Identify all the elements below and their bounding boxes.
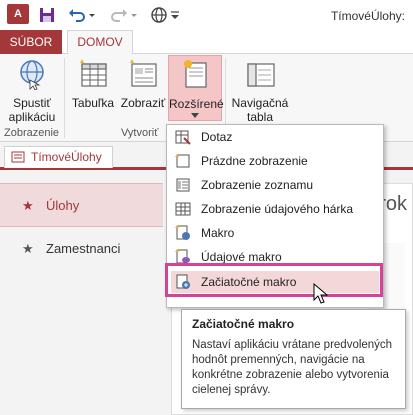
globe-icon bbox=[20, 60, 44, 91]
table-icon bbox=[80, 59, 107, 87]
group-separator bbox=[64, 58, 65, 138]
tooltip: Začiatočné makro Nastaví aplikáciu vráta… bbox=[181, 309, 406, 409]
menu-item-query[interactable]: Dotaz bbox=[171, 126, 379, 148]
menu-item-label: Makro bbox=[201, 226, 235, 240]
view-icon bbox=[130, 59, 157, 87]
table-button[interactable]: Tabuľka bbox=[70, 58, 116, 110]
menu-item-label: Údajové makro bbox=[201, 250, 282, 264]
blank-view-icon bbox=[175, 154, 190, 168]
nav-item-tasks[interactable]: ★ Úlohy bbox=[0, 183, 163, 227]
menu-item-list-view[interactable]: Zobrazenie zoznamu bbox=[171, 174, 379, 196]
nav-item-employees[interactable]: ★ Zamestnanci bbox=[0, 227, 163, 271]
data-macro-icon bbox=[175, 249, 190, 264]
undo-dropdown-icon[interactable] bbox=[88, 6, 96, 24]
menu-item-blank-view[interactable]: Prázdne zobrazenie bbox=[171, 150, 379, 172]
ribbon-tab-row: SÚBOR DOMOV bbox=[0, 30, 413, 55]
view-button[interactable]: Zobraziť bbox=[118, 58, 168, 110]
menu-item-label: Zobrazenie zoznamu bbox=[201, 178, 314, 192]
menu-item-on-start-macro[interactable]: Začiatočné makro bbox=[171, 271, 379, 293]
navigation-label-1: Navigačná bbox=[231, 96, 289, 110]
quick-access-toolbar: A TímovéÚlohy: bbox=[0, 0, 413, 30]
query-icon bbox=[175, 130, 191, 145]
run-app-button[interactable]: Spustiť aplikáciu bbox=[4, 58, 60, 124]
group-label-views: Zobrazenie bbox=[4, 127, 60, 139]
undo-icon[interactable] bbox=[68, 6, 86, 24]
advanced-dropdown-menu: Dotaz Prázdne zobrazenie Zobrazenie zozn… bbox=[166, 124, 384, 308]
document-tab-label: TímovéÚlohy bbox=[31, 150, 102, 164]
access-logo: A bbox=[7, 4, 29, 24]
view-label: Zobraziť bbox=[120, 96, 166, 110]
star-icon: ★ bbox=[22, 241, 34, 256]
tab-file[interactable]: SÚBOR bbox=[0, 30, 62, 54]
menu-item-macro[interactable]: Makro bbox=[171, 222, 379, 244]
save-icon[interactable] bbox=[38, 6, 56, 24]
tooltip-body: Nastaví aplikáciu vrátane predvolených h… bbox=[192, 339, 393, 396]
navigation-label-2: tabla bbox=[246, 110, 274, 124]
tooltip-title: Začiatočné makro bbox=[192, 317, 295, 331]
list-view-icon bbox=[176, 178, 190, 192]
nav-item-label: Zamestnanci bbox=[46, 241, 121, 256]
navigation-pane-icon bbox=[247, 63, 275, 87]
group-label-create: Vytvoriť bbox=[121, 127, 159, 139]
table-label: Tabuľka bbox=[71, 96, 115, 110]
menu-item-label: Začiatočné makro bbox=[201, 275, 297, 289]
chevron-down-icon bbox=[191, 113, 199, 118]
nav-item-label: Úlohy bbox=[46, 198, 80, 213]
datasheet-view-icon bbox=[175, 202, 191, 216]
menu-item-label: Prázdne zobrazenie bbox=[201, 154, 308, 168]
menu-item-label: Zobrazenie údajového hárka bbox=[201, 202, 354, 216]
window-title: TímovéÚlohy: bbox=[330, 9, 405, 23]
menu-item-label: Dotaz bbox=[201, 130, 233, 144]
tab-home[interactable]: DOMOV bbox=[67, 30, 133, 55]
advanced-icon bbox=[184, 60, 207, 88]
advanced-button[interactable]: Rozšírené bbox=[168, 55, 224, 121]
menu-item-data-macro[interactable]: Údajové makro bbox=[171, 246, 379, 268]
run-app-label-1: Spustiť bbox=[13, 96, 51, 110]
form-icon bbox=[11, 151, 25, 163]
customize-qat-icon[interactable] bbox=[170, 6, 180, 24]
document-tab[interactable]: TímovéÚlohy bbox=[4, 146, 113, 168]
star-icon: ★ bbox=[22, 198, 34, 213]
redo-icon[interactable] bbox=[110, 6, 128, 24]
menu-item-datasheet-view[interactable]: Zobrazenie údajového hárka bbox=[171, 198, 379, 220]
navigation-pane-button[interactable]: Navigačná tabla bbox=[228, 58, 292, 124]
run-app-label-2: aplikáciu bbox=[8, 110, 56, 124]
redo-dropdown-icon[interactable] bbox=[130, 6, 138, 24]
advanced-label: Rozšírené bbox=[169, 97, 224, 111]
on-start-macro-icon bbox=[176, 274, 190, 289]
mouse-cursor-icon bbox=[313, 283, 329, 304]
web-browser-icon[interactable] bbox=[150, 6, 168, 24]
navigation-pane: ★ Úlohy ★ Zamestnanci bbox=[0, 173, 163, 415]
macro-icon bbox=[175, 225, 190, 240]
